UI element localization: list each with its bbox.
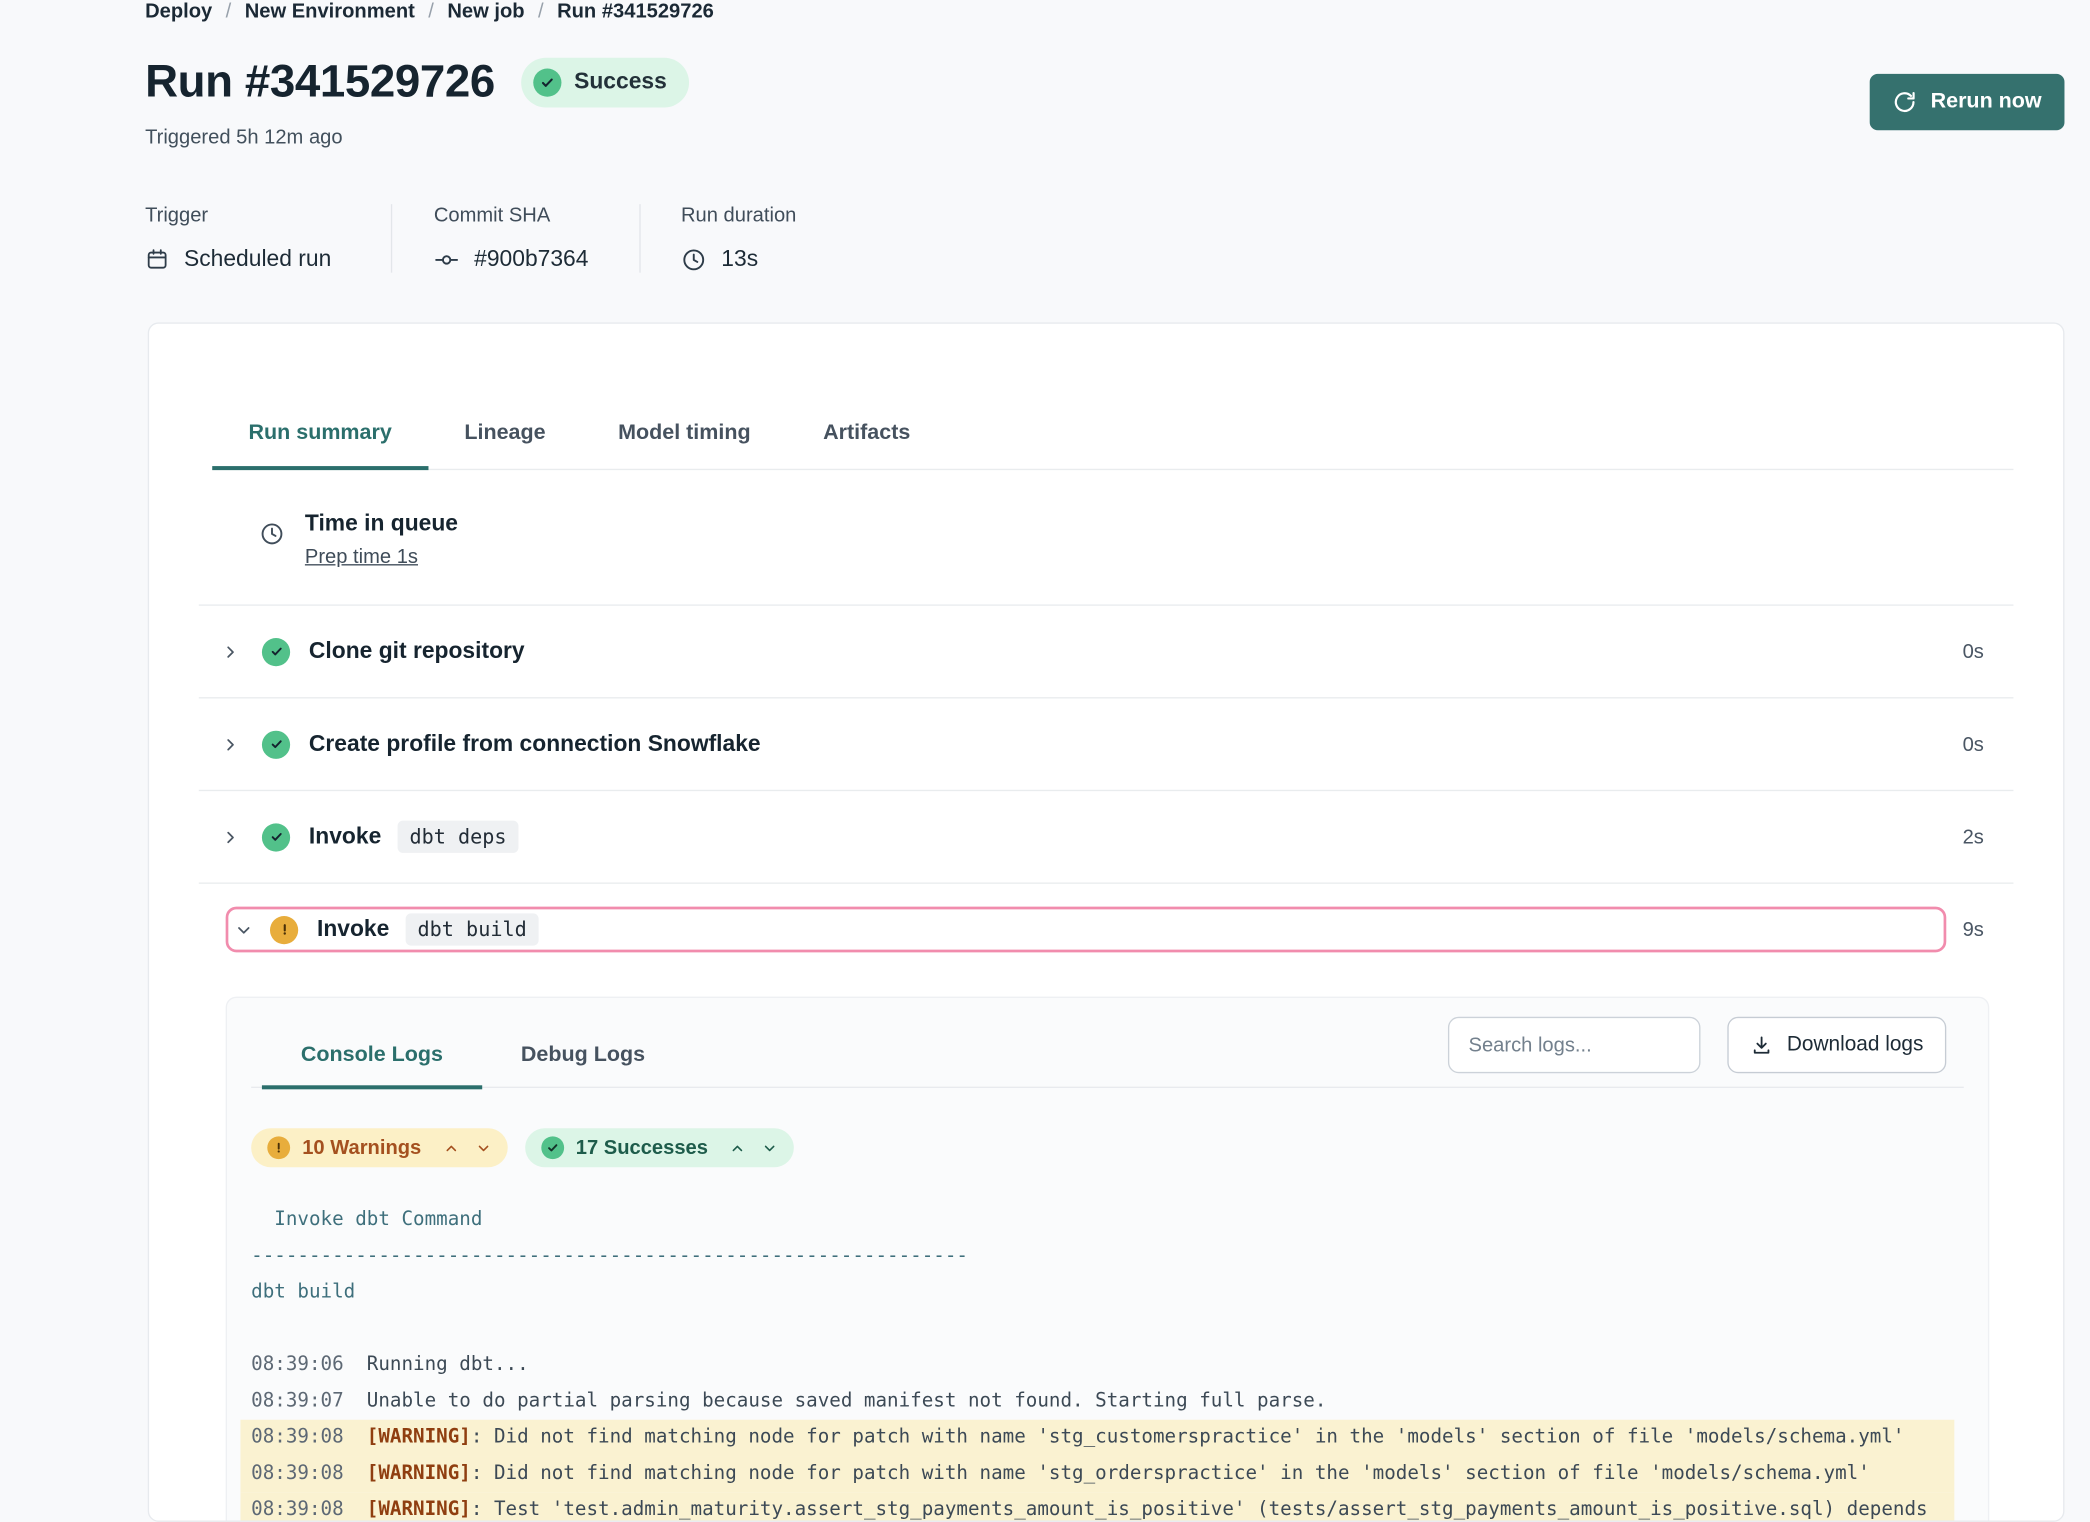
console-tabs: Console LogsDebug Logs bbox=[262, 1044, 684, 1087]
step-command: dbt build bbox=[405, 913, 538, 945]
time-in-queue-title: Time in queue bbox=[305, 510, 458, 537]
log-line: 08:39:06 Running dbt... bbox=[251, 1347, 1943, 1383]
console-controls: Download logs bbox=[1448, 1017, 1946, 1073]
log-line: ----------------------------------------… bbox=[251, 1238, 1943, 1274]
run-detail-page: Deploy / New Environment / New job / Run #3415… bbox=[0, 0, 2090, 1522]
step-duration: 0s bbox=[1963, 640, 2014, 663]
step-name: Invoke bbox=[309, 823, 381, 850]
log-line-warning: 08:39:08 [WARNING]: Did not find matchin… bbox=[240, 1420, 1954, 1456]
successes-next-icon[interactable] bbox=[762, 1140, 778, 1156]
status-badge: Success bbox=[522, 57, 690, 107]
triggered-text: Triggered 5h 12m ago bbox=[145, 126, 343, 149]
log-line-warning: 08:39:08 [WARNING]: Did not find matchin… bbox=[240, 1456, 1954, 1492]
breadcrumb-separator: / bbox=[226, 0, 232, 23]
successes-prev-icon[interactable] bbox=[729, 1140, 745, 1156]
trigger-value: Scheduled run bbox=[184, 246, 331, 273]
step-box: Create profile from connection Snowflake bbox=[222, 698, 1963, 789]
success-check-icon bbox=[541, 1136, 564, 1159]
console-log-output: Invoke dbt Command----------------------… bbox=[251, 1202, 1943, 1522]
step-name: Create profile from connection Snowflake bbox=[309, 731, 761, 758]
calendar-icon bbox=[145, 247, 169, 271]
step-warning-icon bbox=[270, 915, 298, 943]
breadcrumb-separator: / bbox=[428, 0, 434, 23]
meta-duration: Run duration 13s bbox=[639, 204, 850, 273]
chevron-down-icon[interactable] bbox=[235, 921, 252, 938]
chevron-right-icon[interactable] bbox=[222, 828, 239, 845]
step-box: Invoke dbt build bbox=[226, 907, 1947, 953]
warning-icon bbox=[267, 1136, 290, 1159]
step-name: Clone git repository bbox=[309, 638, 525, 665]
breadcrumb-item-new-job[interactable]: New job bbox=[447, 0, 524, 23]
clock-icon bbox=[681, 246, 707, 272]
step-box: Invoke dbt deps bbox=[222, 791, 1963, 882]
log-line-warning: 08:39:08 [WARNING]: Test 'test.admin_mat… bbox=[240, 1492, 1954, 1522]
download-icon bbox=[1751, 1034, 1774, 1057]
step-row-clone-git-repository[interactable]: Clone git repository 0s bbox=[199, 606, 2014, 699]
step-duration: 9s bbox=[1963, 918, 2014, 941]
step-duration: 0s bbox=[1963, 733, 2014, 756]
search-logs-input[interactable] bbox=[1448, 1017, 1701, 1073]
duration-value: 13s bbox=[721, 246, 758, 273]
step-command: dbt deps bbox=[397, 821, 518, 853]
download-logs-button[interactable]: Download logs bbox=[1728, 1017, 1947, 1073]
page-title: Run #341529726 bbox=[145, 55, 495, 109]
prep-time-link[interactable]: Prep time 1s bbox=[305, 545, 458, 569]
warnings-prev-icon[interactable] bbox=[443, 1140, 459, 1156]
duration-label: Run duration bbox=[681, 204, 796, 227]
status-badge-label: Success bbox=[574, 69, 667, 96]
chevron-right-icon[interactable] bbox=[222, 735, 239, 752]
step-success-icon bbox=[262, 730, 290, 758]
step-row-invoke-dbt-deps[interactable]: Invoke dbt deps 2s bbox=[199, 791, 2014, 884]
step-duration: 2s bbox=[1963, 825, 2014, 848]
step-row-invoke-dbt-build[interactable]: Invoke dbt build 9s bbox=[199, 884, 2014, 975]
chevron-right-icon[interactable] bbox=[222, 643, 239, 660]
successes-badge-label: 17 Successes bbox=[576, 1136, 708, 1159]
run-meta: Trigger Scheduled run Commit SHA #900b73… bbox=[145, 204, 850, 273]
step-success-icon bbox=[262, 823, 290, 851]
commit-label: Commit SHA bbox=[434, 204, 640, 227]
run-tabs: Run summaryLineageModel timingArtifacts bbox=[212, 404, 2013, 470]
tab-run-summary[interactable]: Run summary bbox=[212, 404, 428, 470]
console-header: Console LogsDebug Logs Download logs bbox=[251, 998, 1964, 1088]
steps-list: Clone git repository 0s Create profile f… bbox=[199, 606, 2014, 975]
trigger-label: Trigger bbox=[145, 204, 391, 227]
breadcrumb-item-new-environment[interactable]: New Environment bbox=[245, 0, 415, 23]
console-tab-console-logs[interactable]: Console Logs bbox=[262, 1044, 482, 1090]
run-summary-card: Run summaryLineageModel timingArtifacts … bbox=[148, 322, 2065, 1521]
successes-badge[interactable]: 17 Successes bbox=[525, 1128, 794, 1167]
commit-icon bbox=[434, 246, 460, 272]
breadcrumb-item-deploy[interactable]: Deploy bbox=[145, 0, 212, 23]
commit-value: #900b7364 bbox=[474, 246, 588, 273]
rerun-label: Rerun now bbox=[1931, 90, 2042, 114]
download-logs-label: Download logs bbox=[1787, 1033, 1924, 1057]
clock-icon bbox=[259, 521, 285, 569]
rerun-now-button[interactable]: Rerun now bbox=[1870, 74, 2064, 130]
step-row-create-profile-from-connection-snowflake[interactable]: Create profile from connection Snowflake… bbox=[199, 698, 2014, 791]
warnings-next-icon[interactable] bbox=[475, 1140, 491, 1156]
breadcrumb-item-run-341529726: Run #341529726 bbox=[557, 0, 714, 23]
rerun-icon bbox=[1893, 90, 1917, 114]
tab-lineage[interactable]: Lineage bbox=[428, 404, 582, 470]
meta-trigger: Trigger Scheduled run bbox=[145, 204, 391, 273]
log-filter-badges: 10 Warnings 17 Successes bbox=[251, 1128, 1964, 1167]
title-row: Run #341529726 Success bbox=[145, 55, 690, 109]
breadcrumb-separator: / bbox=[538, 0, 544, 23]
console-panel: Console LogsDebug Logs Download logs bbox=[226, 997, 1990, 1522]
log-line: 08:39:07 Unable to do partial parsing be… bbox=[251, 1383, 1943, 1419]
log-line bbox=[251, 1311, 1943, 1347]
log-line: Invoke dbt Command bbox=[251, 1202, 1943, 1238]
warnings-badge[interactable]: 10 Warnings bbox=[251, 1128, 507, 1167]
step-name: Invoke bbox=[317, 916, 389, 943]
warnings-badge-label: 10 Warnings bbox=[302, 1136, 421, 1159]
time-in-queue-section: Time in queue Prep time 1s bbox=[199, 470, 2014, 606]
console-tab-debug-logs[interactable]: Debug Logs bbox=[482, 1044, 684, 1090]
log-line: dbt build bbox=[251, 1275, 1943, 1311]
success-check-icon bbox=[534, 68, 562, 96]
breadcrumb: Deploy / New Environment / New job / Run #3415… bbox=[145, 0, 714, 23]
meta-commit: Commit SHA #900b7364 bbox=[391, 204, 639, 273]
step-box: Clone git repository bbox=[222, 606, 1963, 697]
tab-artifacts[interactable]: Artifacts bbox=[787, 404, 947, 470]
step-success-icon bbox=[262, 637, 290, 665]
tab-model-timing[interactable]: Model timing bbox=[582, 404, 787, 470]
